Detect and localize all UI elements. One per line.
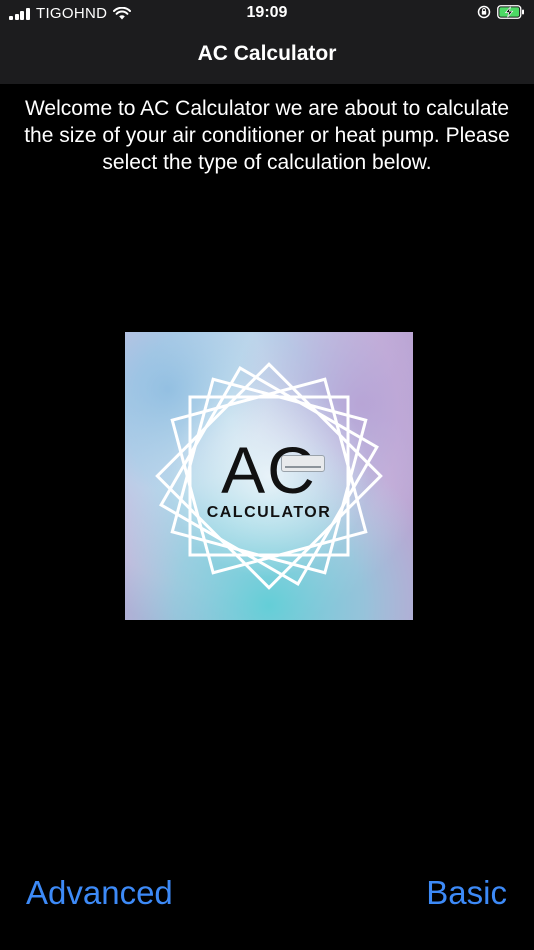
welcome-text: Welcome to AC Calculator we are about to… [24, 97, 510, 174]
orientation-lock-icon [477, 5, 491, 19]
status-time: 19:09 [246, 4, 288, 21]
advanced-button[interactable]: Advanced [26, 874, 173, 912]
status-bar: TIGOHND 19:09 [0, 0, 534, 28]
battery-charging-icon [497, 5, 524, 19]
basic-button[interactable]: Basic [426, 874, 507, 912]
status-right [477, 5, 525, 19]
app-logo: AC CALCULATOR [125, 332, 413, 620]
logo-title: AC [221, 433, 317, 507]
air-conditioner-icon [281, 455, 325, 472]
page-title: AC Calculator [197, 42, 337, 65]
logo-subtitle: CALCULATOR [206, 504, 332, 521]
navigation-bar: AC Calculator [0, 28, 534, 84]
